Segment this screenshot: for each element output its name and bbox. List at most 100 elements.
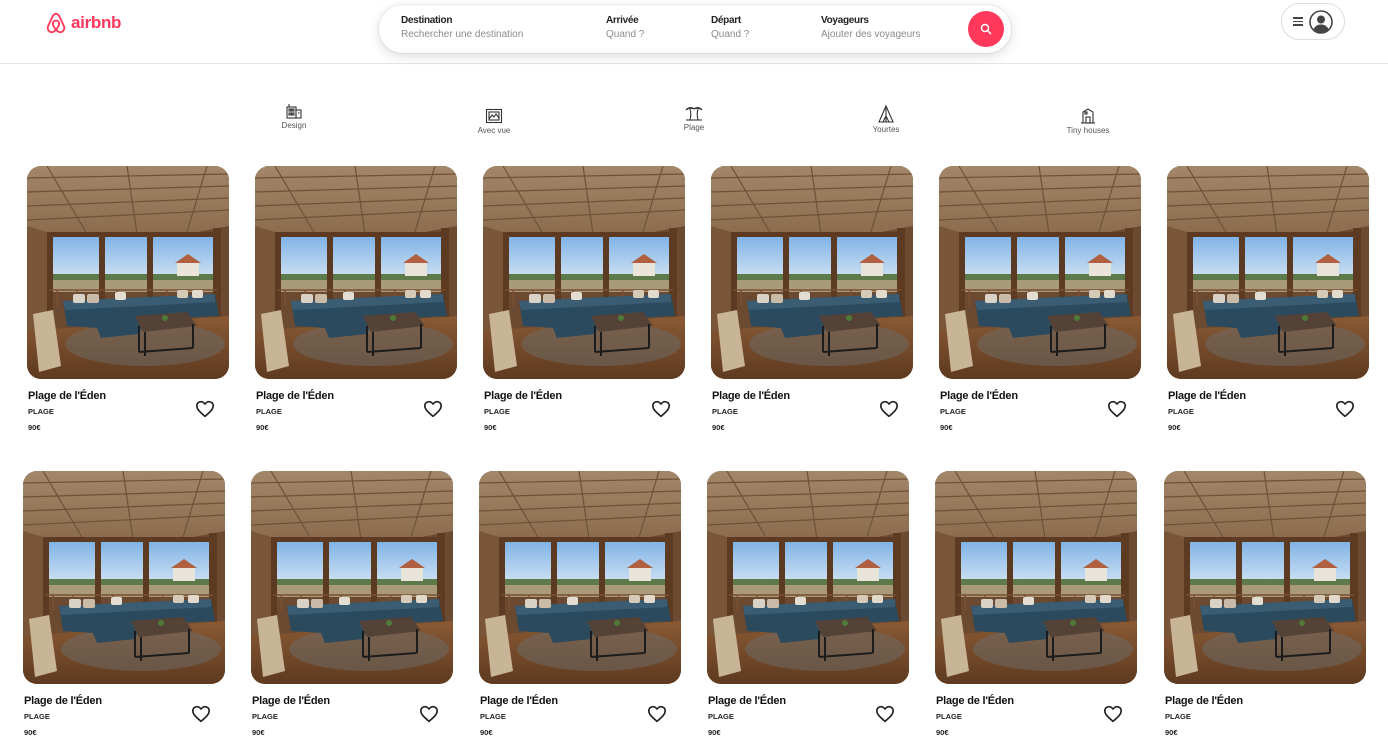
logo-text: airbnb [71, 13, 122, 32]
heart-icon [192, 705, 210, 723]
listing-price: 90€ [28, 423, 41, 432]
listing-card[interactable]: Plage de l'Éden PLAGE 90€ [251, 471, 453, 741]
search-bar: Destination Rechercher une destination A… [379, 5, 1011, 53]
search-destination[interactable]: Destination Rechercher une destination [401, 14, 523, 42]
listing-type: PLAGE [1168, 407, 1194, 416]
arrival-label: Arrivée [606, 15, 639, 26]
heart-icon [875, 705, 894, 723]
listing-photo[interactable] [707, 471, 909, 684]
heart-icon [1104, 705, 1122, 723]
listing-title: Plage de l'Éden [28, 390, 106, 402]
favorite-button[interactable] [422, 398, 444, 420]
listing-card[interactable]: Plage de l'Éden PLAGE 90€ [255, 166, 457, 436]
heart-icon [424, 400, 442, 418]
listing-photo[interactable] [939, 166, 1141, 379]
beach-palm-icon [685, 107, 703, 121]
guests-value: Ajouter des voyageurs [821, 29, 921, 40]
favorite-button[interactable] [646, 703, 668, 725]
favorite-button[interactable] [874, 703, 896, 725]
listing-price: 90€ [252, 728, 265, 737]
listing-card[interactable]: Plage de l'Éden PLAGE 90€ [479, 471, 681, 741]
listing-price: 90€ [712, 423, 725, 432]
listing-price: 90€ [1165, 728, 1178, 737]
listing-type: PLAGE [24, 712, 50, 721]
heart-icon [647, 705, 666, 723]
favorite-button[interactable] [878, 398, 900, 420]
listing-title: Plage de l'Éden [936, 695, 1014, 707]
listing-card[interactable]: Plage de l'Éden PLAGE 90€ [711, 166, 913, 436]
yurt-tent-icon [878, 105, 894, 123]
listing-card[interactable]: Plage de l'Éden PLAGE 90€ [27, 166, 229, 436]
category-avec-vue[interactable]: Avec vue [439, 108, 549, 135]
listing-photo[interactable] [251, 471, 453, 684]
listing-card[interactable]: Plage de l'Éden PLAGE 90€ [939, 166, 1141, 436]
listing-photo[interactable] [479, 471, 681, 684]
listing-photo[interactable] [935, 471, 1137, 684]
listing-photo[interactable] [1164, 471, 1366, 684]
listing-card[interactable]: Plage de l'Éden PLAGE 90€ [1167, 166, 1369, 436]
search-icon [980, 23, 992, 35]
listing-card[interactable]: Plage de l'Éden PLAGE 90€ [483, 166, 685, 436]
listing-price: 90€ [1168, 423, 1181, 432]
category-design[interactable]: Design [239, 103, 349, 130]
listing-card[interactable]: Plage de l'Éden PLAGE 90€ [707, 471, 909, 741]
departure-label: Départ [711, 15, 741, 26]
search-arrival[interactable]: Arrivée Quand ? [606, 14, 644, 42]
view-frame-icon [485, 108, 503, 124]
search-button[interactable] [968, 11, 1004, 47]
category-label: Tiny houses [1066, 126, 1110, 135]
listing-photo[interactable] [483, 166, 685, 379]
favorite-button[interactable] [1106, 398, 1128, 420]
category-tiny-houses[interactable]: Tiny houses [1033, 108, 1143, 135]
listing-card[interactable]: Plage de l'Éden PLAGE 90€ [23, 471, 225, 741]
listing-title: Plage de l'Éden [480, 695, 558, 707]
listing-type: PLAGE [708, 712, 734, 721]
listing-type: PLAGE [256, 407, 282, 416]
listing-photo[interactable] [255, 166, 457, 379]
listing-card[interactable]: Plage de l'Éden PLAGE 90€ [935, 471, 1137, 741]
user-menu-button[interactable] [1281, 3, 1345, 40]
favorite-button[interactable] [418, 703, 440, 725]
listing-type: PLAGE [1165, 712, 1191, 721]
listing-type: PLAGE [28, 407, 54, 416]
listing-type: PLAGE [484, 407, 510, 416]
heart-icon [879, 400, 898, 418]
account-icon [1309, 9, 1333, 34]
header: airbnb Destination Rechercher une destin… [0, 0, 1388, 64]
listing-type: PLAGE [936, 712, 962, 721]
favorite-button[interactable] [1102, 703, 1124, 725]
favorite-button[interactable] [1334, 398, 1356, 420]
listing-price: 90€ [24, 728, 37, 737]
listing-photo[interactable] [23, 471, 225, 684]
listing-type: PLAGE [712, 407, 738, 416]
arrival-value: Quand ? [606, 29, 645, 40]
listing-price: 90€ [708, 728, 721, 737]
listing-type: PLAGE [940, 407, 966, 416]
listing-photo[interactable] [711, 166, 913, 379]
listing-type: PLAGE [480, 712, 506, 721]
departure-value: Quand ? [711, 29, 750, 40]
search-departure[interactable]: Départ Quand ? [711, 14, 749, 42]
heart-icon [1108, 400, 1126, 418]
listing-price: 90€ [484, 423, 497, 432]
listing-price: 90€ [936, 728, 949, 737]
listing-card[interactable]: Plage de l'Éden PLAGE 90€ [1164, 471, 1366, 741]
airbnb-logo-icon [46, 12, 66, 34]
tiny-house-icon [1081, 108, 1095, 124]
category-plage[interactable]: Plage [639, 105, 749, 132]
favorite-button[interactable] [650, 398, 672, 420]
category-label: Plage [683, 123, 705, 132]
category-yourtes[interactable]: Yourtes [831, 105, 941, 134]
listing-photo[interactable] [1167, 166, 1369, 379]
search-guests[interactable]: Voyageurs Ajouter des voyageurs [821, 14, 921, 42]
heart-icon [196, 400, 214, 418]
listing-photo[interactable] [27, 166, 229, 379]
design-building-icon [286, 104, 302, 119]
listing-price: 90€ [480, 728, 493, 737]
heart-icon [420, 705, 438, 723]
favorite-button[interactable] [194, 398, 216, 420]
airbnb-logo[interactable]: airbnb [45, 11, 121, 35]
favorite-button[interactable] [190, 703, 212, 725]
heart-icon [1336, 400, 1354, 418]
listing-title: Plage de l'Éden [256, 390, 334, 402]
